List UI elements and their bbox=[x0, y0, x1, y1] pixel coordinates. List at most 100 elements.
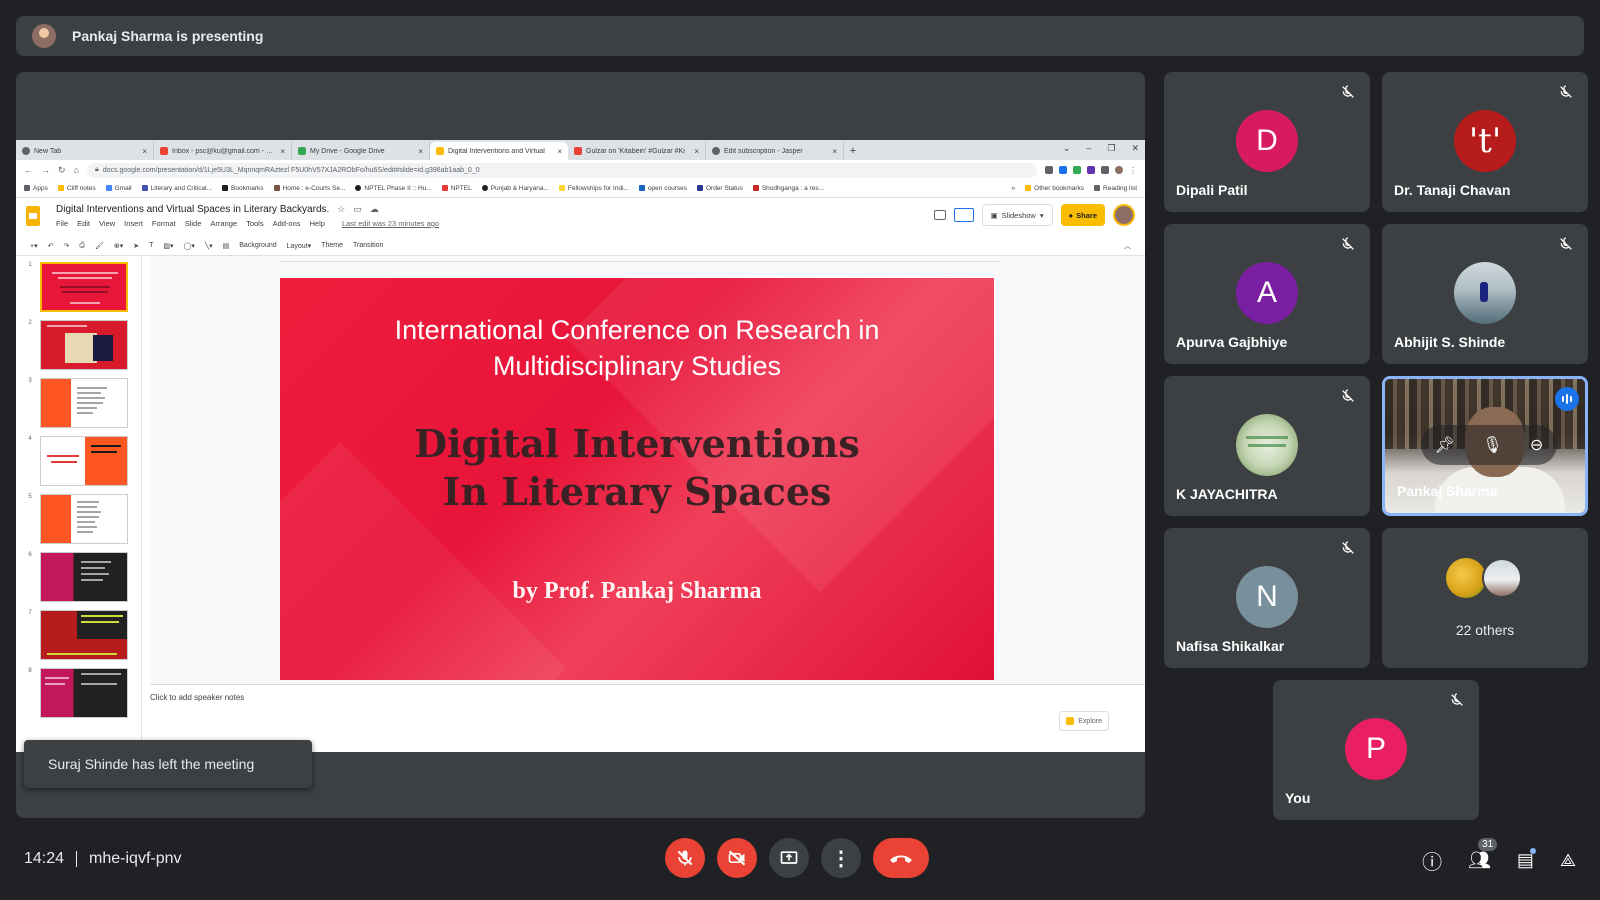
extension-icon[interactable] bbox=[1045, 166, 1053, 174]
bookmark-item[interactable]: Home : e-Courts Se... bbox=[273, 185, 345, 192]
menu-edit[interactable]: Edit bbox=[77, 219, 90, 228]
menu-insert[interactable]: Insert bbox=[124, 219, 143, 228]
slide-thumbnail[interactable]: 7 bbox=[22, 610, 128, 660]
new-tab-button[interactable]: + bbox=[844, 142, 862, 160]
bookmark-item[interactable]: Reading list bbox=[1094, 185, 1137, 192]
browser-tab-active[interactable]: Digital Interventions and Virtual × bbox=[430, 142, 568, 160]
slide-thumbnail[interactable]: 2 bbox=[22, 320, 128, 370]
slide-thumbnail[interactable]: 8 bbox=[22, 668, 128, 718]
menu-tools[interactable]: Tools bbox=[246, 219, 264, 228]
bookmark-item[interactable]: NPTEL bbox=[441, 185, 472, 192]
select-icon[interactable]: ➤ bbox=[133, 242, 139, 250]
toolbar-layout[interactable]: Layout▾ bbox=[287, 242, 312, 250]
activities-icon[interactable]: ⟁ bbox=[1560, 850, 1576, 871]
textbox-icon[interactable]: T bbox=[149, 242, 153, 249]
others-tile[interactable]: 22 others bbox=[1382, 528, 1588, 668]
restore-icon[interactable]: ❐ bbox=[1107, 143, 1115, 154]
bookmark-item[interactable]: Bookmarks bbox=[222, 185, 264, 192]
home-icon[interactable]: ⌂ bbox=[74, 165, 79, 175]
line-icon[interactable]: ╲▾ bbox=[205, 242, 213, 250]
menu-format[interactable]: Format bbox=[152, 219, 176, 228]
slides-logo-icon[interactable] bbox=[26, 206, 40, 226]
remove-icon[interactable]: ⊖ bbox=[1530, 435, 1543, 455]
back-icon[interactable]: ← bbox=[24, 165, 33, 175]
browser-tab[interactable]: Edit subscription - Jasper × bbox=[706, 142, 844, 160]
slide-thumbnail[interactable]: 1 bbox=[22, 262, 128, 312]
current-slide[interactable]: International Conference on Research in … bbox=[280, 278, 994, 680]
minimize-icon[interactable]: – bbox=[1086, 143, 1091, 154]
undo-icon[interactable]: ↶ bbox=[48, 242, 54, 250]
bookmark-item[interactable]: Cliff notes bbox=[57, 185, 96, 192]
url-field[interactable]: 🔒︎ docs.google.com/presentation/d/1Lje5U3… bbox=[86, 162, 1037, 178]
bookmark-item[interactable]: Order Status bbox=[696, 185, 743, 192]
close-icon[interactable]: × bbox=[142, 147, 147, 156]
slide-thumbnail[interactable]: 6 bbox=[22, 552, 128, 602]
zoom-icon[interactable]: ⊕▾ bbox=[114, 242, 123, 250]
new-slide-icon[interactable]: +▾ bbox=[30, 242, 38, 250]
window-close-icon[interactable]: ✕ bbox=[1131, 143, 1139, 154]
forward-icon[interactable]: → bbox=[41, 165, 50, 175]
slideshow-button[interactable]: ▣ Slideshow ▾ bbox=[981, 204, 1053, 226]
mic-icon[interactable]: 🎙︎ bbox=[1482, 435, 1502, 455]
leave-call-button[interactable] bbox=[873, 838, 929, 878]
participant-tile[interactable]: K JAYACHITRA bbox=[1164, 376, 1370, 516]
menu-slide[interactable]: Slide bbox=[185, 219, 202, 228]
participant-tile-speaking[interactable]: 📌︎ 🎙︎ ⊖ Pankaj Sharma bbox=[1382, 376, 1588, 516]
bookmark-item[interactable]: Punjab & Haryana... bbox=[481, 185, 549, 192]
menu-help[interactable]: Help bbox=[310, 219, 325, 228]
close-icon[interactable]: × bbox=[418, 147, 423, 156]
bookmark-item[interactable]: Fellowships for Indi... bbox=[558, 185, 629, 192]
present-now-button[interactable] bbox=[769, 838, 809, 878]
paint-format-icon[interactable]: 🖌︎ bbox=[95, 242, 104, 250]
star-icon[interactable]: ☆ bbox=[337, 204, 345, 214]
self-tile[interactable]: P You bbox=[1273, 680, 1479, 820]
browser-tab[interactable]: Gulzar on 'Kitabein' #Gulzar #Ki × bbox=[568, 142, 706, 160]
present-to-meeting-icon[interactable] bbox=[953, 208, 974, 222]
close-icon[interactable]: × bbox=[832, 147, 837, 156]
toolbar-background[interactable]: Background bbox=[239, 242, 276, 249]
bookmark-item[interactable]: NPTEL Phase II :: Hu... bbox=[355, 185, 432, 192]
close-icon[interactable]: × bbox=[694, 147, 699, 156]
info-icon[interactable]: ⓘ bbox=[1422, 846, 1442, 875]
extension-icon[interactable] bbox=[1073, 166, 1081, 174]
bookmarks-overflow-icon[interactable]: » bbox=[1012, 185, 1016, 192]
people-icon[interactable]: 👥︎ 31 bbox=[1468, 838, 1498, 871]
bookmark-item[interactable]: open courses bbox=[638, 185, 687, 192]
participant-tile[interactable]: Abhijit S. Shinde bbox=[1382, 224, 1588, 364]
share-button[interactable]: ● Share bbox=[1060, 204, 1105, 226]
extension-icon[interactable] bbox=[1059, 166, 1067, 174]
reload-icon[interactable]: ↻ bbox=[58, 165, 66, 176]
browser-tab[interactable]: New Tab × bbox=[16, 142, 154, 160]
move-folder-icon[interactable]: ▭ bbox=[353, 204, 362, 214]
shape-icon[interactable]: ◯▾ bbox=[184, 242, 195, 250]
close-icon[interactable]: × bbox=[280, 147, 285, 156]
chevron-down-icon[interactable]: ▾ bbox=[1040, 211, 1044, 220]
camera-toggle-button[interactable] bbox=[717, 838, 757, 878]
mic-toggle-button[interactable] bbox=[665, 838, 705, 878]
more-icon[interactable]: ⋮ bbox=[1129, 166, 1137, 175]
redo-icon[interactable]: ↷ bbox=[63, 242, 69, 250]
explore-button[interactable]: Explore bbox=[1059, 711, 1109, 731]
menu-view[interactable]: View bbox=[99, 219, 115, 228]
menu-addons[interactable]: Add-ons bbox=[273, 219, 301, 228]
chevron-up-icon[interactable]: ︿ bbox=[1124, 241, 1131, 251]
menu-arrange[interactable]: Arrange bbox=[210, 219, 237, 228]
comment-history-icon[interactable] bbox=[933, 210, 946, 220]
more-options-button[interactable]: ⋮ bbox=[821, 838, 861, 878]
bookmark-item[interactable]: Literary and Critical... bbox=[141, 185, 212, 192]
bookmark-item[interactable]: Gmail bbox=[105, 185, 132, 192]
browser-tab[interactable]: My Drive - Google Drive × bbox=[292, 142, 430, 160]
participant-tile[interactable]: D Dipali Patil bbox=[1164, 72, 1370, 212]
slide-thumbnail[interactable]: 4 bbox=[22, 436, 128, 486]
bookmark-item[interactable]: Apps bbox=[24, 185, 48, 192]
meeting-code[interactable]: mhe-iqvf-pnv bbox=[89, 850, 181, 868]
pin-icon[interactable]: 📌︎ bbox=[1435, 435, 1455, 455]
bookmark-item[interactable]: Other bookmarks bbox=[1025, 185, 1084, 192]
bookmark-item[interactable]: Shodhganga : a res... bbox=[752, 185, 824, 192]
menu-file[interactable]: File bbox=[56, 219, 68, 228]
chat-icon[interactable]: ▤ bbox=[1517, 848, 1536, 871]
document-title[interactable]: Digital Interventions and Virtual Spaces… bbox=[56, 204, 329, 215]
toolbar-transition[interactable]: Transition bbox=[353, 242, 383, 249]
browser-tab[interactable]: Inbox - psc@ku@gmail.com - Gm × bbox=[154, 142, 292, 160]
participant-tile[interactable]: N Nafisa Shikalkar bbox=[1164, 528, 1370, 668]
